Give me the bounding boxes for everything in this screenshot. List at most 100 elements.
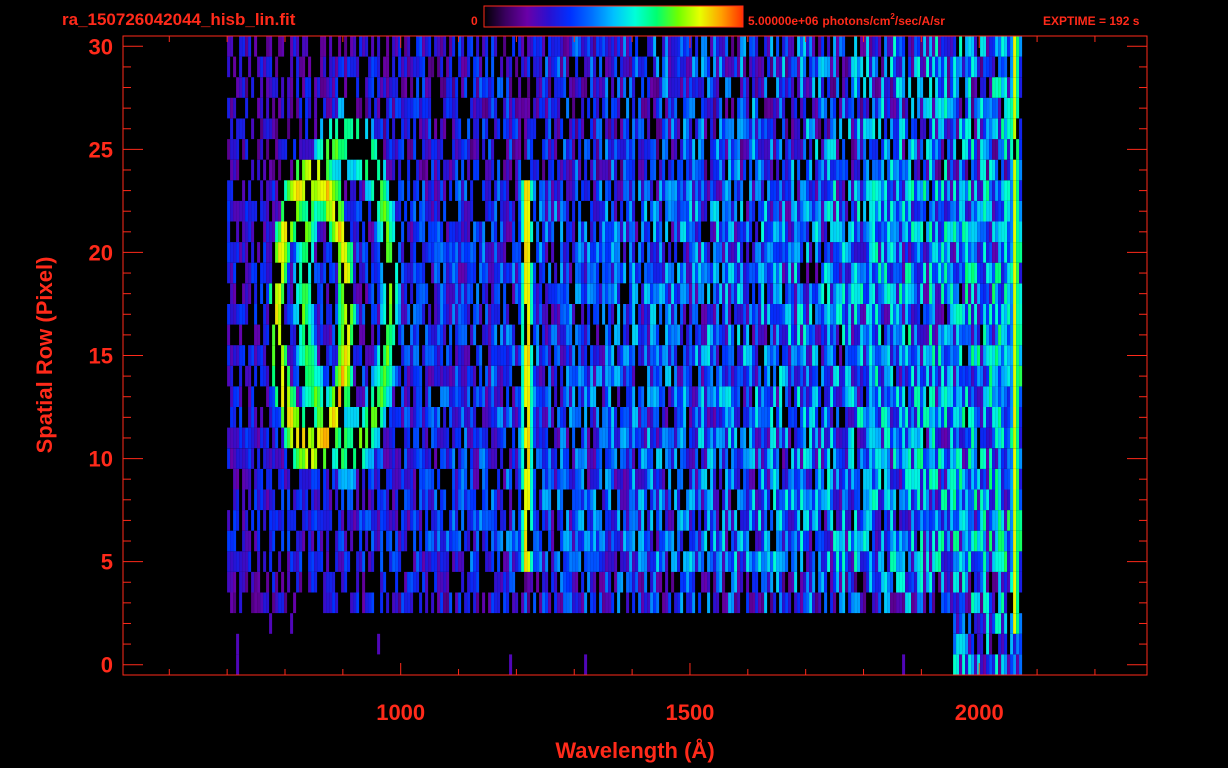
- heatmap-cell: [893, 283, 897, 304]
- heatmap-cell: [725, 221, 729, 243]
- heatmap-cell: [326, 365, 330, 387]
- heatmap-cell: [626, 159, 630, 181]
- heatmap-cell: [842, 304, 846, 325]
- heatmap-cell: [731, 510, 735, 531]
- heatmap-cell: [989, 448, 993, 469]
- heatmap-cell: [782, 571, 786, 593]
- heatmap-cell: [914, 324, 918, 346]
- heatmap-cell: [527, 427, 531, 449]
- heatmap-cell: [605, 324, 609, 346]
- heatmap-cell: [929, 571, 933, 593]
- heatmap-cell: [332, 365, 336, 387]
- heatmap-cell: [818, 592, 822, 614]
- heatmap-cell: [326, 468, 330, 490]
- heatmap-cell: [620, 262, 624, 284]
- heatmap-cell: [800, 304, 804, 325]
- heatmap-cell: [623, 407, 627, 428]
- heatmap-cell: [467, 200, 471, 222]
- heatmap-cell: [551, 551, 555, 572]
- heatmap-cell: [281, 592, 285, 614]
- heatmap-cell: [944, 407, 948, 428]
- heatmap-cell: [827, 180, 831, 201]
- heatmap-cell: [521, 180, 525, 201]
- heatmap-cell: [455, 221, 459, 243]
- heatmap-cell: [815, 345, 819, 366]
- heatmap-cell: [320, 365, 324, 387]
- heatmap-cell: [305, 365, 309, 387]
- heatmap-cell: [938, 180, 942, 201]
- heatmap-cell: [416, 427, 420, 449]
- heatmap-cell: [893, 510, 897, 531]
- heatmap-cell: [662, 551, 666, 572]
- heatmap-cell: [701, 571, 705, 593]
- heatmap-cell: [530, 427, 534, 449]
- heatmap-cell: [620, 365, 624, 387]
- heatmap-cell: [656, 571, 660, 593]
- heatmap-cell: [494, 489, 498, 511]
- heatmap-cell: [440, 427, 444, 449]
- heatmap-cell: [734, 283, 738, 304]
- heatmap-cell: [956, 159, 960, 181]
- heatmap-cell: [236, 448, 240, 469]
- heatmap-cell: [230, 242, 234, 263]
- heatmap-cell: [920, 489, 924, 511]
- heatmap-cell: [473, 427, 477, 449]
- heatmap-cell: [605, 489, 609, 511]
- heatmap-cell: [422, 180, 426, 201]
- heatmap-cell: [341, 221, 345, 243]
- heatmap-cell: [623, 489, 627, 511]
- heatmap-cell: [332, 468, 336, 490]
- heatmap-cell: [470, 571, 474, 593]
- heatmap-cell: [371, 304, 375, 325]
- heatmap-cell: [635, 427, 639, 449]
- heatmap-cell: [851, 407, 855, 428]
- heatmap-cell: [380, 448, 384, 469]
- heatmap-cell: [899, 530, 903, 552]
- heatmap-cell: [719, 324, 723, 346]
- heatmap-cell: [623, 221, 627, 243]
- heatmap-cell: [230, 427, 234, 449]
- heatmap-cell: [428, 551, 432, 572]
- heatmap-cell: [806, 530, 810, 552]
- heatmap-cell: [971, 551, 975, 572]
- heatmap-cell: [269, 448, 273, 469]
- heatmap-cell: [746, 386, 750, 407]
- heatmap-cell: [590, 551, 594, 572]
- heatmap-cell: [665, 262, 669, 284]
- heatmap-cell: [464, 200, 468, 222]
- heatmap-cell: [980, 221, 984, 243]
- heatmap-cell: [416, 386, 420, 407]
- heatmap-cell: [485, 324, 489, 346]
- heatmap-cell: [551, 468, 555, 490]
- heatmap-cell: [437, 242, 441, 263]
- heatmap-cell: [860, 407, 864, 428]
- heatmap-cell: [266, 571, 270, 593]
- heatmap-cell: [935, 324, 939, 346]
- heatmap-cell: [932, 592, 936, 614]
- heatmap-cell: [596, 468, 600, 490]
- heatmap-cell: [785, 427, 789, 449]
- heatmap-cell: [497, 427, 501, 449]
- heatmap-cell: [914, 221, 918, 243]
- heatmap-cell: [986, 386, 990, 407]
- heatmap-cell: [518, 448, 522, 469]
- heatmap-cell: [410, 283, 414, 304]
- heatmap-cell: [227, 427, 231, 449]
- heatmap-cell: [1016, 592, 1020, 614]
- heatmap-cell: [668, 489, 672, 511]
- heatmap-cell: [731, 407, 735, 428]
- heatmap-cell: [860, 551, 864, 572]
- heatmap-cell: [476, 159, 480, 181]
- heatmap-cell: [767, 242, 771, 263]
- heatmap-cell: [869, 200, 873, 222]
- heatmap-cell: [878, 551, 882, 572]
- heatmap-cell: [383, 489, 387, 511]
- heatmap-cell: [1016, 448, 1020, 469]
- heatmap-cell: [791, 530, 795, 552]
- heatmap-cell: [599, 592, 603, 614]
- heatmap-cell: [254, 489, 258, 511]
- heatmap-cell: [701, 448, 705, 469]
- heatmap-cell: [302, 242, 306, 263]
- heatmap-cell: [983, 427, 987, 449]
- heatmap-cell: [818, 304, 822, 325]
